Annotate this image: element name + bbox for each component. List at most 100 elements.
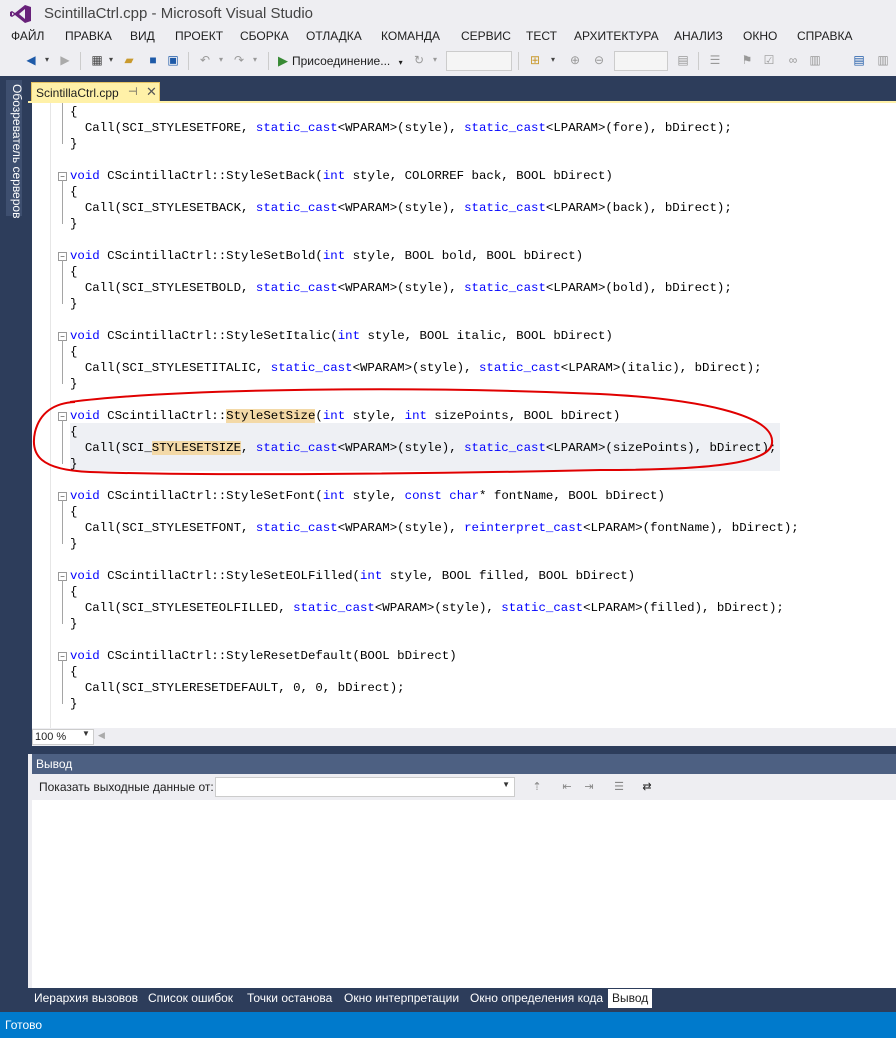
menu-help[interactable]: СПРАВКА xyxy=(797,29,853,43)
code-line: } xyxy=(70,697,78,711)
redo-dropdown-icon[interactable]: ▾ xyxy=(248,53,262,67)
undo-dropdown-icon[interactable]: ▾ xyxy=(214,53,228,67)
clipboard-icon[interactable]: ▥ xyxy=(808,53,822,67)
attach-dropdown-icon: ▾ xyxy=(398,58,403,67)
bookmark-icon[interactable]: ⚑ xyxy=(740,53,754,67)
toolbar-separator xyxy=(698,52,699,70)
menu-tools[interactable]: СЕРВИС xyxy=(461,29,511,43)
toolbar-separator xyxy=(80,52,81,70)
link-icon[interactable]: ∞ xyxy=(786,53,800,67)
properties-icon[interactable]: ▤ xyxy=(676,53,690,67)
code-line: { xyxy=(70,585,78,599)
code-line: void CScintillaCtrl::StyleResetDefault(B… xyxy=(70,649,457,663)
menu-window[interactable]: ОКНО xyxy=(743,29,777,43)
toolbar-overflow-icon[interactable]: ▾ xyxy=(546,53,560,67)
output-text-area[interactable] xyxy=(32,800,896,988)
code-line: } xyxy=(70,617,78,631)
tab-output[interactable]: Вывод xyxy=(608,989,653,1008)
code-line: void CScintillaCtrl::StyleSetFont(int st… xyxy=(70,489,665,503)
pin-icon[interactable]: ⊣ xyxy=(128,85,138,98)
menu-file[interactable]: ФАЙЛ xyxy=(11,29,44,43)
comment-icon[interactable]: ☰ xyxy=(708,53,722,67)
code-line: { xyxy=(70,185,78,199)
code-line: void CScintillaCtrl::StyleSetSize(int st… xyxy=(70,409,621,423)
menu-debug[interactable]: ОТЛАДКА xyxy=(306,29,362,43)
new-project-icon[interactable]: ▦ xyxy=(90,53,104,67)
tab-error-list[interactable]: Список ошибок xyxy=(144,989,237,1008)
attach-start-button[interactable]: ▶ Присоединение... ▾ xyxy=(278,51,403,71)
attach-start-label: Присоединение... xyxy=(292,54,391,68)
previous-message-icon[interactable]: ⇤ xyxy=(560,780,574,794)
save-icon[interactable]: ■ xyxy=(146,53,160,67)
zoom-out-icon[interactable]: ⊖ xyxy=(592,53,606,67)
code-line: { xyxy=(70,345,78,359)
bottom-tool-tabs: Иерархия вызовов Список ошибок Точки ост… xyxy=(28,988,896,1012)
refresh-icon[interactable]: ↻ xyxy=(412,53,426,67)
play-icon: ▶ xyxy=(278,53,288,68)
class-view-icon[interactable]: ▥ xyxy=(876,53,890,67)
tab-breakpoints[interactable]: Точки останова xyxy=(243,989,336,1008)
code-line: Call(SCI_STYLESETEOLFILLED, static_cast<… xyxy=(70,601,784,615)
back-dropdown-icon[interactable]: ▾ xyxy=(40,53,54,67)
clear-all-icon[interactable]: ☰ xyxy=(612,780,626,794)
code-line: { xyxy=(70,665,78,679)
code-line: } xyxy=(70,457,78,471)
editor-zoom-bar: 100 % ▼ ◀ xyxy=(32,728,896,746)
save-all-icon[interactable]: ▣ xyxy=(166,53,180,67)
menu-build[interactable]: СБОРКА xyxy=(240,29,289,43)
forward-icon[interactable]: ▶ xyxy=(58,53,72,67)
zoom-in-icon[interactable]: ⊕ xyxy=(568,53,582,67)
document-tab-scintillactrl[interactable]: ScintillaCtrl.cpp ⊣ ✕ xyxy=(31,82,160,102)
word-wrap-icon[interactable]: ⇄ xyxy=(640,780,654,794)
fold-guide xyxy=(62,580,63,624)
status-text: Готово xyxy=(5,1018,43,1032)
close-icon[interactable]: ✕ xyxy=(146,84,157,100)
find-message-icon[interactable]: ⇡ xyxy=(530,780,544,794)
find-in-files-icon[interactable]: ⊞ xyxy=(528,53,542,67)
code-line: { xyxy=(70,105,78,119)
show-output-from-label: Показать выходные данные от: xyxy=(39,780,214,794)
open-file-icon[interactable]: ▰ xyxy=(122,53,136,67)
document-tab-label: ScintillaCtrl.cpp xyxy=(36,86,119,100)
back-icon[interactable]: ◀ xyxy=(24,53,38,67)
toolbar-separator xyxy=(518,52,519,70)
standard-toolbar: ◀ ▾ ▶ ▦ ▾ ▰ ■ ▣ ↶ ▾ ↷ ▾ ▶ Присоединение..… xyxy=(0,48,896,74)
solution-explorer-icon[interactable]: ▤ xyxy=(852,53,866,67)
code-line: void CScintillaCtrl::StyleSetBack(int st… xyxy=(70,169,613,183)
code-line: { xyxy=(70,425,78,439)
fold-guide xyxy=(62,420,63,464)
menu-analyze[interactable]: АНАЛИЗ xyxy=(674,29,723,43)
code-line: { xyxy=(70,265,78,279)
panel-splitter[interactable] xyxy=(28,746,896,754)
code-line: Call(SCI_STYLESETBOLD, static_cast<WPARA… xyxy=(70,281,732,295)
code-editor[interactable]: { Call(SCI_STYLESETFORE, static_cast<WPA… xyxy=(32,103,896,728)
output-source-select[interactable]: ▼ xyxy=(215,777,515,797)
new-project-dropdown-icon[interactable]: ▾ xyxy=(104,53,118,67)
code-line: void CScintillaCtrl::StyleSetItalic(int … xyxy=(70,329,613,343)
chevron-down-icon: ▼ xyxy=(502,780,510,789)
scroll-left-icon[interactable]: ◀ xyxy=(98,730,105,741)
visual-studio-logo-icon xyxy=(10,5,31,23)
menu-view[interactable]: ВИД xyxy=(130,29,155,43)
menu-architecture[interactable]: АРХИТЕКТУРА xyxy=(574,29,659,43)
code-line: Call(SCI_STYLESETFONT, static_cast<WPARA… xyxy=(70,521,799,535)
chevron-down-icon[interactable]: ▼ xyxy=(82,729,90,738)
tab-code-definition[interactable]: Окно определения кода xyxy=(466,989,607,1008)
tab-immediate-window[interactable]: Окно интерпретации xyxy=(340,989,463,1008)
code-line: Call(SCI_STYLESETITALIC, static_cast<WPA… xyxy=(70,361,762,375)
find-combo[interactable] xyxy=(614,51,668,71)
menu-project[interactable]: ПРОЕКТ xyxy=(175,29,223,43)
code-line: } xyxy=(70,217,78,231)
next-message-icon[interactable]: ⇥ xyxy=(582,780,596,794)
menu-team[interactable]: КОМАНДА xyxy=(381,29,440,43)
check-icon[interactable]: ☑ xyxy=(762,53,776,67)
configuration-combo[interactable] xyxy=(446,51,512,71)
refresh-dropdown-icon[interactable]: ▾ xyxy=(428,53,442,67)
undo-icon[interactable]: ↶ xyxy=(198,53,212,67)
tab-call-hierarchy[interactable]: Иерархия вызовов xyxy=(30,989,142,1008)
fold-guide xyxy=(62,260,63,304)
menu-test[interactable]: ТЕСТ xyxy=(526,29,557,43)
menu-edit[interactable]: ПРАВКА xyxy=(65,29,112,43)
redo-icon[interactable]: ↷ xyxy=(232,53,246,67)
code-line: Call(SCI_STYLESETBACK, static_cast<WPARA… xyxy=(70,201,732,215)
